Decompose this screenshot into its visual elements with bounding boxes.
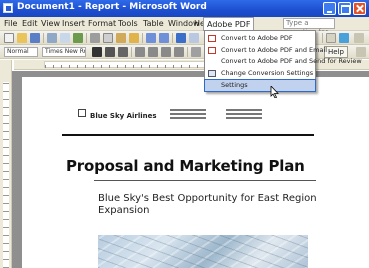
vertical-ruler[interactable] [0,60,12,268]
window-title: Document1 - Report - Microsoft Word [17,2,207,12]
document-area: Blue Sky Airlines Proposal and Marketing… [12,71,369,268]
cover-photo [98,235,308,268]
align-center-icon[interactable] [148,47,158,57]
numbering-icon[interactable] [191,47,201,57]
menu-item-label: Change Conversion Settings [221,69,314,77]
redo-icon[interactable] [159,33,169,43]
toolbar-options-icon[interactable] [356,47,366,57]
pdf-email-icon [208,47,216,54]
address-block [170,109,206,121]
menu-edit[interactable]: Edit [22,19,38,28]
help-search-input[interactable]: Type a question for help [283,18,335,45]
document-subtitle: Blue Sky's Best Opportunity for East Reg… [98,193,317,216]
font-select[interactable]: Times New Roman [42,47,86,57]
word-app-icon[interactable] [3,3,13,13]
toolbar-separator [131,47,132,57]
bold-icon[interactable] [92,47,102,57]
print-icon[interactable] [47,33,57,43]
paste-icon[interactable] [116,33,126,43]
menu-item-label: Convert to Adobe PDF and Email [221,46,328,54]
convert-and-review-item[interactable]: Convert to Adobe PDF and Send for Review [205,56,362,67]
maximize-button[interactable] [338,2,351,15]
new-document-icon[interactable] [4,33,14,43]
header-rule [62,134,314,136]
contact-block [226,109,262,121]
settings-check-icon [208,70,216,77]
title-rule [94,180,316,181]
menu-item-label: Convert to Adobe PDF [221,34,293,42]
toolbar-options-icon[interactable] [354,33,364,43]
settings-item[interactable]: Settings [204,79,316,92]
mouse-pointer-icon [270,86,279,98]
table-icon[interactable] [189,33,199,43]
toolbar-separator [172,33,173,43]
italic-icon[interactable] [105,47,115,57]
toolbar-separator [142,33,143,43]
convert-to-pdf-item[interactable]: Convert to Adobe PDF [205,33,315,44]
company-logo-icon [78,109,86,117]
menu-item-label: Settings [221,81,248,89]
toolbar-separator [322,33,323,43]
align-right-icon[interactable] [161,47,171,57]
print-preview-icon[interactable] [60,33,70,43]
word-window: Document1 - Report - Microsoft Word File… [0,0,369,268]
menu-format[interactable]: Format [88,19,116,28]
menu-view[interactable]: View [41,19,60,28]
company-name: Blue Sky Airlines [90,112,157,120]
convert-and-email-item[interactable]: Convert to Adobe PDF and Email [205,45,327,56]
underline-icon[interactable] [118,47,128,57]
conversion-settings-item[interactable]: Change Conversion Settings [205,68,315,79]
toolbar-separator [187,47,188,57]
menu-adobe-pdf[interactable]: Adobe PDF [203,17,255,31]
style-select[interactable]: Normal [4,47,38,57]
spelling-icon[interactable] [73,33,83,43]
justify-icon[interactable] [174,47,184,57]
show-hide-icon[interactable] [326,33,336,43]
title-bar[interactable]: Document1 - Report - Microsoft Word [0,0,369,17]
vertical-ruler-text-area [3,82,9,268]
copy-icon[interactable] [103,33,113,43]
toolbar-separator [43,33,44,43]
adobe-pdf-menu: Convert to Adobe PDF Convert to Adobe PD… [204,30,362,92]
menu-file[interactable]: File [4,19,17,28]
menu-tools[interactable]: Tools [118,19,138,28]
menu-insert[interactable]: Insert [62,19,85,28]
toolbar-separator [86,33,87,43]
align-left-icon[interactable] [135,47,145,57]
undo-icon[interactable] [146,33,156,43]
minimize-button[interactable] [323,2,336,15]
cut-icon[interactable] [90,33,100,43]
format-painter-icon[interactable] [129,33,139,43]
document-page[interactable]: Blue Sky Airlines Proposal and Marketing… [22,77,369,268]
help-icon[interactable] [339,33,349,43]
open-folder-icon[interactable] [17,33,27,43]
save-icon[interactable] [30,33,40,43]
close-button[interactable] [353,2,366,15]
menu-item-label: Convert to Adobe PDF and Send for Review [221,57,362,65]
pdf-icon [208,35,216,42]
hyperlink-icon[interactable] [176,33,186,43]
menu-bar: File Edit View Insert Format Tools Table… [0,17,369,45]
menu-table[interactable]: Table [143,19,164,28]
document-title: Proposal and Marketing Plan [66,157,305,175]
